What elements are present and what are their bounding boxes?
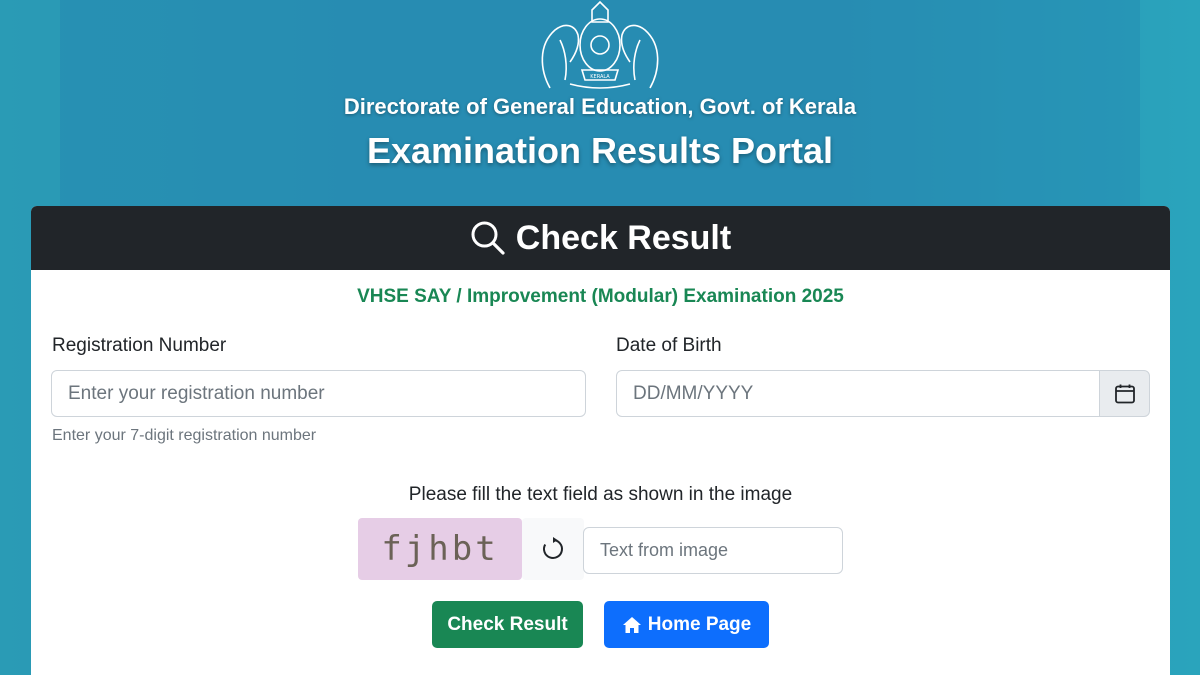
captcha-prompt: Please fill the text field as shown in t… — [408, 484, 793, 505]
captcha-image: fjhbt — [358, 518, 522, 580]
check-result-card: Check Result VHSE SAY / Improvement (Mod… — [31, 206, 1170, 675]
portal-title: Examination Results Portal — [366, 130, 834, 171]
captcha-input[interactable] — [600, 528, 826, 573]
check-result-label: Check Result — [447, 613, 568, 635]
registration-label: Registration Number — [52, 335, 227, 356]
refresh-icon — [543, 537, 563, 559]
page-header: KERALA Directorate of General Education,… — [0, 0, 1200, 206]
kerala-state-emblem: KERALA — [541, 0, 659, 89]
card-header: Check Result — [31, 206, 1170, 270]
home-icon — [622, 616, 641, 633]
search-icon — [471, 221, 505, 255]
home-page-label: Home Page — [647, 613, 752, 635]
home-page-button[interactable]: Home Page — [604, 601, 769, 648]
dob-input[interactable] — [633, 371, 1083, 416]
check-result-button[interactable]: Check Result — [432, 601, 583, 648]
captcha-field[interactable] — [583, 527, 843, 574]
exam-name: VHSE SAY / Improvement (Modular) Examina… — [357, 286, 844, 307]
calendar-icon — [1114, 384, 1135, 403]
captcha-text: fjhbt — [381, 529, 499, 569]
registration-input[interactable] — [68, 371, 569, 416]
dob-label: Date of Birth — [616, 335, 722, 356]
directorate-title: Directorate of General Education, Govt. … — [343, 94, 857, 119]
captcha-refresh-button[interactable] — [522, 518, 584, 580]
dob-field[interactable] — [616, 370, 1100, 417]
registration-help: Enter your 7-digit registration number — [52, 427, 317, 444]
card-title: Check Result — [515, 218, 732, 257]
registration-field[interactable] — [51, 370, 586, 417]
svg-text:KERALA: KERALA — [590, 74, 610, 80]
calendar-button[interactable] — [1099, 370, 1150, 417]
